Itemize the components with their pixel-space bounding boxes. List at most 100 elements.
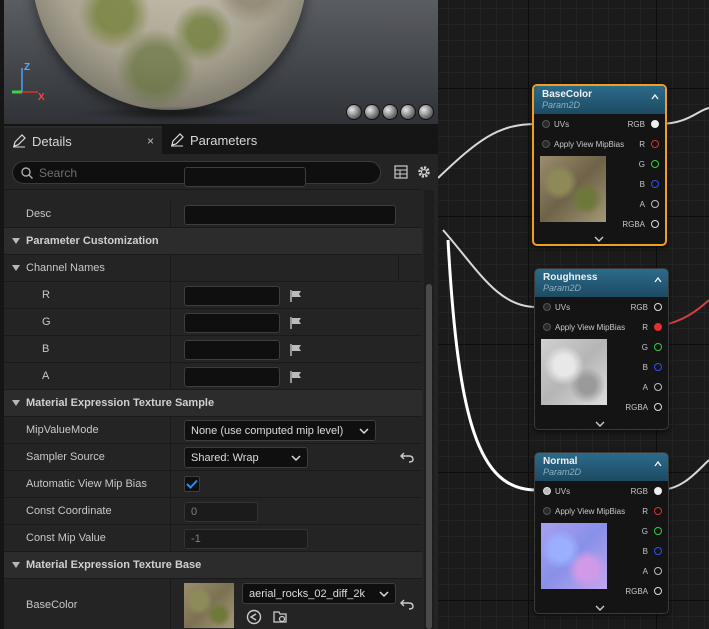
output-pin[interactable] [651,180,659,188]
scrollbar-thumb[interactable] [426,284,432,629]
output-pin[interactable] [654,487,662,495]
reset-to-default-icon[interactable] [400,598,414,610]
graph-node-normal[interactable]: Normal Param2D UVs RGB Apply View MipBias… [534,452,669,614]
const-mip-value-field[interactable]: -1 [184,529,308,549]
pin-row: B [608,357,668,377]
output-pin[interactable] [651,140,659,148]
table-view-icon[interactable] [394,165,408,179]
channel-g-field[interactable] [184,313,280,333]
property-row-channel-names[interactable]: Channel Names [4,255,422,282]
texture-thumbnail[interactable] [184,583,234,628]
graph-node-basecolor[interactable]: BaseColor Param2D UVs RGB Apply View MipB… [532,84,667,246]
output-pin[interactable] [651,220,659,228]
flag-icon[interactable] [289,343,303,357]
cube-preview-icon[interactable] [400,104,416,120]
channel-r-field[interactable] [184,286,280,306]
output-pin[interactable] [654,547,662,555]
pin-label: A [642,382,648,392]
const-coordinate-field[interactable]: 0 [184,502,258,522]
reset-to-default-icon[interactable] [400,451,414,463]
custom-mesh-preview-icon[interactable] [418,104,434,120]
expand-node-icon[interactable] [594,236,604,242]
node-subtitle: Param2D [543,467,582,477]
const-mip-value-label: Const Mip Value [26,532,106,544]
output-pin[interactable] [654,343,662,351]
basecolor-label: BaseColor [26,598,78,611]
output-pin[interactable] [654,383,662,391]
chevron-down-icon [291,454,301,461]
channel-a-label: A [42,370,50,382]
preview-mesh-buttons [346,104,434,120]
partial-field[interactable] [184,167,306,187]
output-pin[interactable] [651,120,659,128]
channel-a-field[interactable] [184,367,280,387]
pin-row: B [608,541,668,561]
pin-label: RGB [630,302,648,312]
flag-icon[interactable] [289,316,303,330]
pin-label: G [641,342,648,352]
output-pin[interactable] [651,160,659,168]
category-texture-sample[interactable]: Material Expression Texture Sample [4,390,422,417]
chevron-down-icon [379,590,389,597]
node-header: BaseColor Param2D [534,86,665,114]
plane-preview-icon[interactable] [382,104,398,120]
cylinder-preview-icon[interactable] [346,104,362,120]
output-pin[interactable] [651,200,659,208]
pin-label: Apply View MipBias [554,139,625,149]
input-pin[interactable] [543,487,551,495]
node-texture-preview [541,339,607,405]
use-selected-asset-icon[interactable] [246,609,262,625]
output-pin[interactable] [654,323,662,331]
pin-label: B [639,179,645,189]
collapse-node-icon[interactable] [654,277,662,283]
pin-label: G [641,526,648,536]
graph-node-roughness[interactable]: Roughness Param2D UVs RGB Apply View MipB… [534,268,669,430]
category-texture-base[interactable]: Material Expression Texture Base [4,552,422,579]
auto-view-mip-bias-label: Automatic View Mip Bias [26,478,147,490]
flag-icon[interactable] [289,289,303,303]
input-pin[interactable] [543,323,551,331]
node-title: Normal [543,456,578,467]
material-graph[interactable]: BaseColor Param2D UVs RGB Apply View MipB… [438,0,709,629]
collapse-node-icon[interactable] [654,461,662,467]
category-label: Material Expression Texture Base [26,559,202,571]
tab-details-label: Details [32,133,72,149]
mip-value-mode-dropdown[interactable]: None (use computed mip level) [184,420,376,441]
collapse-node-icon[interactable] [651,94,659,100]
texture-asset-dropdown[interactable]: aerial_rocks_02_diff_2k [242,583,396,604]
category-parameter-customization[interactable]: Parameter Customization [4,228,422,255]
tab-details[interactable]: Details × [4,126,162,154]
material-preview-viewport[interactable]: Z X [4,0,438,124]
pin-label: R [642,322,648,332]
output-pin[interactable] [654,567,662,575]
input-pin[interactable] [543,507,551,515]
channel-b-field[interactable] [184,340,280,360]
output-pin[interactable] [654,363,662,371]
sampler-source-dropdown[interactable]: Shared: Wrap [184,447,308,468]
output-pin[interactable] [654,527,662,535]
sphere-preview-icon[interactable] [364,104,380,120]
auto-view-mip-bias-checkbox[interactable] [184,476,200,492]
expand-node-icon[interactable] [595,421,605,427]
input-pin[interactable] [543,303,551,311]
desc-field[interactable] [184,205,396,225]
details-panel: Desc Parameter Customization Channel Nam… [4,154,438,629]
flag-icon[interactable] [289,370,303,384]
gear-icon[interactable] [416,164,432,180]
search-icon [21,166,33,179]
pin-label: RGB [630,486,648,496]
output-pin[interactable] [654,303,662,311]
browse-asset-icon[interactable] [272,609,288,625]
input-pin[interactable] [542,120,550,128]
tab-parameters[interactable]: Parameters [162,126,302,154]
checkmark-icon [186,479,198,489]
input-pin[interactable] [542,140,550,148]
channel-r-label: R [42,289,50,301]
mip-value-mode-label: MipValueMode [26,424,99,436]
close-icon[interactable]: × [147,134,154,148]
output-pin[interactable] [654,507,662,515]
output-pin[interactable] [654,587,662,595]
expand-node-icon[interactable] [595,605,605,611]
axis-gizmo-icon [12,68,38,94]
output-pin[interactable] [654,403,662,411]
